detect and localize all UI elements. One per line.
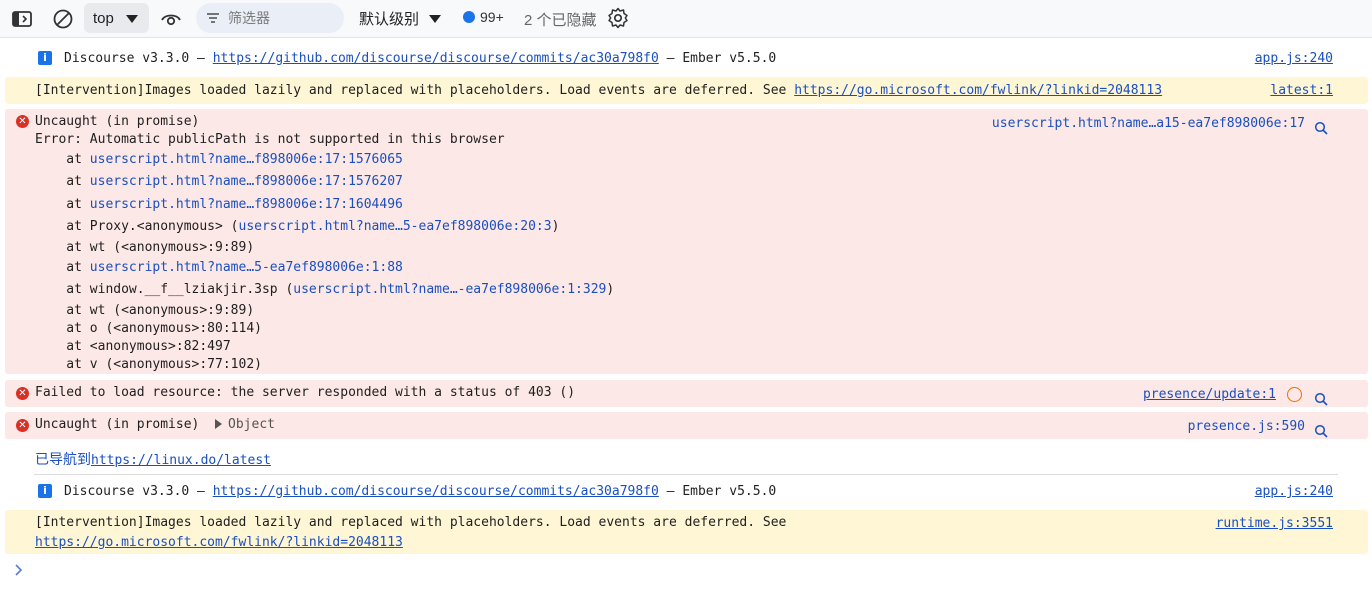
fwlink-link[interactable]: https://go.microsoft.com/fwlink/?linkid=… — [35, 535, 403, 550]
commit-link[interactable]: https://github.com/discourse/discourse/c… — [213, 484, 659, 499]
stack-link[interactable]: userscript.html?name…-ea7ef898006e:1:329 — [293, 282, 606, 297]
console-prompt-icon[interactable] — [14, 563, 24, 577]
error-title: Uncaught (in promise) — [35, 114, 200, 129]
sidebar-toggle-button[interactable] — [11, 9, 33, 29]
console-settings-button[interactable] — [607, 7, 629, 29]
console-message-warning: [Intervention]Images loaded lazily and r… — [5, 510, 1368, 554]
message-text: [Intervention]Images loaded lazily and r… — [35, 515, 787, 530]
source-link[interactable]: userscript.html?name…a15-ea7ef898006e:17 — [992, 115, 1305, 133]
chevron-down-icon — [126, 15, 138, 23]
filter-input[interactable] — [228, 10, 338, 26]
source-link[interactable]: app.js:240 — [1255, 483, 1333, 501]
error-message: Error: Automatic publicPath is not suppo… — [35, 132, 505, 147]
console-message-error: ✕ Uncaught (in promise) Object presence.… — [5, 412, 1368, 439]
console-message-error: ✕ Failed to load resource: the server re… — [5, 380, 1368, 407]
message-text: [Intervention]Images loaded lazily and r… — [35, 83, 1163, 98]
info-icon: i — [38, 484, 52, 498]
error-icon: ✕ — [16, 387, 29, 400]
error-icon: ✕ — [16, 115, 29, 128]
context-selector[interactable]: top — [84, 3, 149, 33]
message-text-continued: https://go.microsoft.com/fwlink/?linkid=… — [35, 534, 403, 552]
gear-icon — [608, 7, 628, 29]
commit-link[interactable]: https://github.com/discourse/discourse/c… — [213, 51, 659, 66]
network-icon[interactable] — [1287, 387, 1302, 402]
stack-frame: at userscript.html?name…f898006e:17:1604… — [35, 197, 403, 212]
console-toolbar: top 默认级别 99+ 2 个已隐藏 — [0, 0, 1372, 38]
navigation-message: 已导航到https://linux.do/latest — [35, 452, 272, 468]
expand-triangle-icon[interactable] — [215, 418, 223, 429]
issues-icon — [463, 11, 475, 23]
filter-box[interactable] — [196, 3, 344, 33]
search-icon[interactable] — [1314, 424, 1328, 438]
stack-frame: at o (<anonymous>:80:114) — [35, 321, 262, 336]
stack-frame: at window.__f__lziakjir.3sp (userscript.… — [35, 282, 615, 297]
console-message-info: i Discourse v3.3.0 — https://github.com/… — [5, 47, 1368, 71]
log-level-dropdown[interactable]: 默认级别 — [359, 8, 442, 29]
stack-frame: at wt (<anonymous>:9:89) — [35, 240, 255, 255]
source-link[interactable]: runtime.js:3551 — [1216, 515, 1333, 533]
error-icon: ✕ — [16, 419, 29, 432]
log-level-label: 默认级别 — [359, 11, 420, 28]
message-text: Discourse v3.3.0 — https://github.com/di… — [64, 51, 777, 66]
issues-counter[interactable]: 99+ — [463, 9, 504, 25]
stack-link[interactable]: userscript.html?name…f898006e:17:1576207 — [90, 174, 403, 189]
stack-frame: at wt (<anonymous>:9:89) — [35, 303, 255, 318]
stack-frame: at v (<anonymous>:77:102) — [35, 357, 262, 372]
navigation-link[interactable]: https://linux.do/latest — [91, 453, 271, 468]
console-message-info: i Discourse v3.3.0 — https://github.com/… — [5, 480, 1368, 504]
stack-link[interactable]: userscript.html?name…5-ea7ef898006e:20:3 — [239, 219, 552, 234]
object-label[interactable]: Object — [228, 417, 275, 432]
context-label: top — [93, 9, 114, 27]
stack-frame: at userscript.html?name…f898006e:17:1576… — [35, 174, 403, 189]
search-icon[interactable] — [1314, 392, 1328, 406]
message-text: Uncaught (in promise) Object — [35, 417, 275, 432]
chevron-down-icon — [429, 14, 442, 23]
source-link[interactable]: app.js:240 — [1255, 50, 1333, 68]
stack-link[interactable]: userscript.html?name…5-ea7ef898006e:1:88 — [90, 260, 403, 275]
live-expression-button[interactable] — [159, 9, 183, 29]
source-link[interactable]: presence/update:1 — [1143, 386, 1276, 404]
search-icon[interactable] — [1314, 121, 1328, 135]
message-text: Discourse v3.3.0 — https://github.com/di… — [64, 484, 777, 499]
stack-frame: at <anonymous>:82:497 — [35, 339, 231, 354]
filter-icon — [207, 13, 219, 23]
stack-link[interactable]: userscript.html?name…f898006e:17:1576065 — [90, 152, 403, 167]
clear-console-button[interactable] — [52, 8, 74, 30]
stack-frame: at userscript.html?name…5-ea7ef898006e:1… — [35, 260, 403, 275]
console-message-error: ✕ Uncaught (in promise) Error: Automatic… — [5, 109, 1368, 374]
stack-frame: at Proxy.<anonymous> (userscript.html?na… — [35, 219, 560, 234]
sidebar-icon — [12, 11, 32, 27]
stack-frame: at userscript.html?name…f898006e:17:1576… — [35, 152, 403, 167]
eye-icon — [161, 14, 181, 26]
clear-icon — [53, 9, 73, 29]
message-text: Failed to load resource: the server resp… — [35, 385, 576, 400]
navigation-separator — [34, 474, 1338, 475]
source-link[interactable]: latest:1 — [1270, 82, 1333, 100]
source-link[interactable]: presence.js:590 — [1188, 418, 1305, 436]
hidden-count: 2 个已隐藏 — [524, 12, 597, 29]
issues-count: 99+ — [480, 9, 504, 25]
info-icon: i — [38, 51, 52, 65]
stack-link[interactable]: userscript.html?name…f898006e:17:1604496 — [90, 197, 403, 212]
fwlink-link[interactable]: https://go.microsoft.com/fwlink/?linkid=… — [794, 83, 1162, 98]
console-message-warning: [Intervention]Images loaded lazily and r… — [5, 77, 1368, 104]
